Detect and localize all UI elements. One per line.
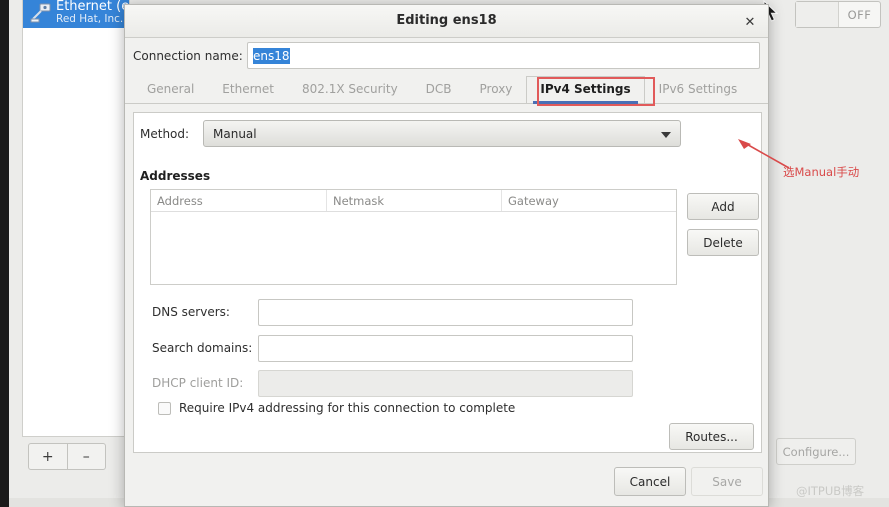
connection-name-row: Connection name: ens18 xyxy=(125,38,768,74)
add-address-button[interactable]: Add xyxy=(687,193,759,220)
tab-proxy[interactable]: Proxy xyxy=(466,76,527,103)
require-ipv4-label: Require IPv4 addressing for this connect… xyxy=(179,401,516,415)
close-icon[interactable]: ✕ xyxy=(740,12,760,32)
connection-name-input[interactable]: ens18 xyxy=(247,42,760,69)
desktop-left-edge xyxy=(0,0,9,507)
column-header-netmask[interactable]: Netmask xyxy=(327,190,502,211)
editing-connection-dialog: Editing ens18 ✕ Connection name: ens18 G… xyxy=(124,4,769,507)
dialog-footer: Cancel Save xyxy=(125,458,768,506)
tab-dcb[interactable]: DCB xyxy=(412,76,466,103)
addresses-table-header: Address Netmask Gateway xyxy=(151,190,676,212)
connection-item-name: Ethernet (ens18) xyxy=(56,0,129,14)
dhcp-client-id-input xyxy=(258,370,633,397)
annotation-text: 选Manual手动 xyxy=(783,165,860,179)
method-value: Manual xyxy=(213,127,257,141)
connection-name-label: Connection name: xyxy=(133,49,243,63)
addresses-section-title: Addresses xyxy=(140,169,211,183)
search-domains-input[interactable] xyxy=(258,335,633,362)
dialog-title: Editing ens18 xyxy=(396,13,497,28)
routes-button[interactable]: Routes... xyxy=(669,423,754,450)
tab-general[interactable]: General xyxy=(133,76,208,103)
method-dropdown[interactable]: Manual xyxy=(203,120,681,147)
remove-connection-button[interactable]: – xyxy=(68,444,106,469)
ethernet-icon xyxy=(29,2,53,26)
dns-servers-label: DNS servers: xyxy=(152,305,230,319)
toggle-state-label: OFF xyxy=(847,7,872,22)
dns-servers-row: DNS servers: xyxy=(134,299,761,326)
require-ipv4-checkbox[interactable] xyxy=(158,402,171,415)
addresses-table-body[interactable] xyxy=(151,212,676,284)
network-toggle-switch[interactable]: OFF xyxy=(795,1,881,28)
require-ipv4-row: Require IPv4 addressing for this connect… xyxy=(134,400,761,420)
dns-servers-input[interactable] xyxy=(258,299,633,326)
dialog-titlebar: Editing ens18 ✕ xyxy=(125,5,768,38)
tab-ipv6-settings[interactable]: IPv6 Settings xyxy=(645,76,752,103)
toggle-knob xyxy=(796,2,839,27)
add-connection-button[interactable]: + xyxy=(29,444,68,469)
dhcp-client-id-label: DHCP client ID: xyxy=(152,376,244,390)
settings-tabbar: General Ethernet 802.1X Security DCB Pro… xyxy=(125,74,768,106)
column-header-gateway[interactable]: Gateway xyxy=(502,190,676,211)
method-row: Method: Manual xyxy=(134,113,761,153)
search-domains-row: Search domains: xyxy=(134,335,761,362)
connection-list-actions: + – xyxy=(28,443,106,470)
ipv4-settings-panel: Method: Manual Addresses Address Netmask… xyxy=(133,112,762,453)
screen: Ethernet (ens18) Red Hat, Inc. V + – OFF… xyxy=(0,0,889,507)
delete-address-button[interactable]: Delete xyxy=(687,229,759,256)
save-button: Save xyxy=(691,467,763,496)
chevron-down-icon xyxy=(661,132,671,138)
cancel-button[interactable]: Cancel xyxy=(614,467,686,496)
addresses-table[interactable]: Address Netmask Gateway xyxy=(150,189,677,285)
column-header-address[interactable]: Address xyxy=(151,190,327,211)
dhcp-client-id-row: DHCP client ID: xyxy=(134,370,761,397)
connection-name-value: ens18 xyxy=(253,47,290,64)
search-domains-label: Search domains: xyxy=(152,341,253,355)
method-label: Method: xyxy=(140,127,190,141)
connection-list-panel xyxy=(22,0,130,437)
connection-list-item-ethernet[interactable]: Ethernet (ens18) Red Hat, Inc. V xyxy=(23,0,129,28)
tab-ipv4-settings[interactable]: IPv4 Settings xyxy=(526,76,645,104)
tab-ethernet[interactable]: Ethernet xyxy=(208,76,288,103)
connection-item-subtitle: Red Hat, Inc. V xyxy=(56,13,129,25)
configure-button[interactable]: Configure... xyxy=(776,438,856,465)
tab-8021x-security[interactable]: 802.1X Security xyxy=(288,76,412,103)
watermark: @ITPUB博客 xyxy=(796,484,865,498)
